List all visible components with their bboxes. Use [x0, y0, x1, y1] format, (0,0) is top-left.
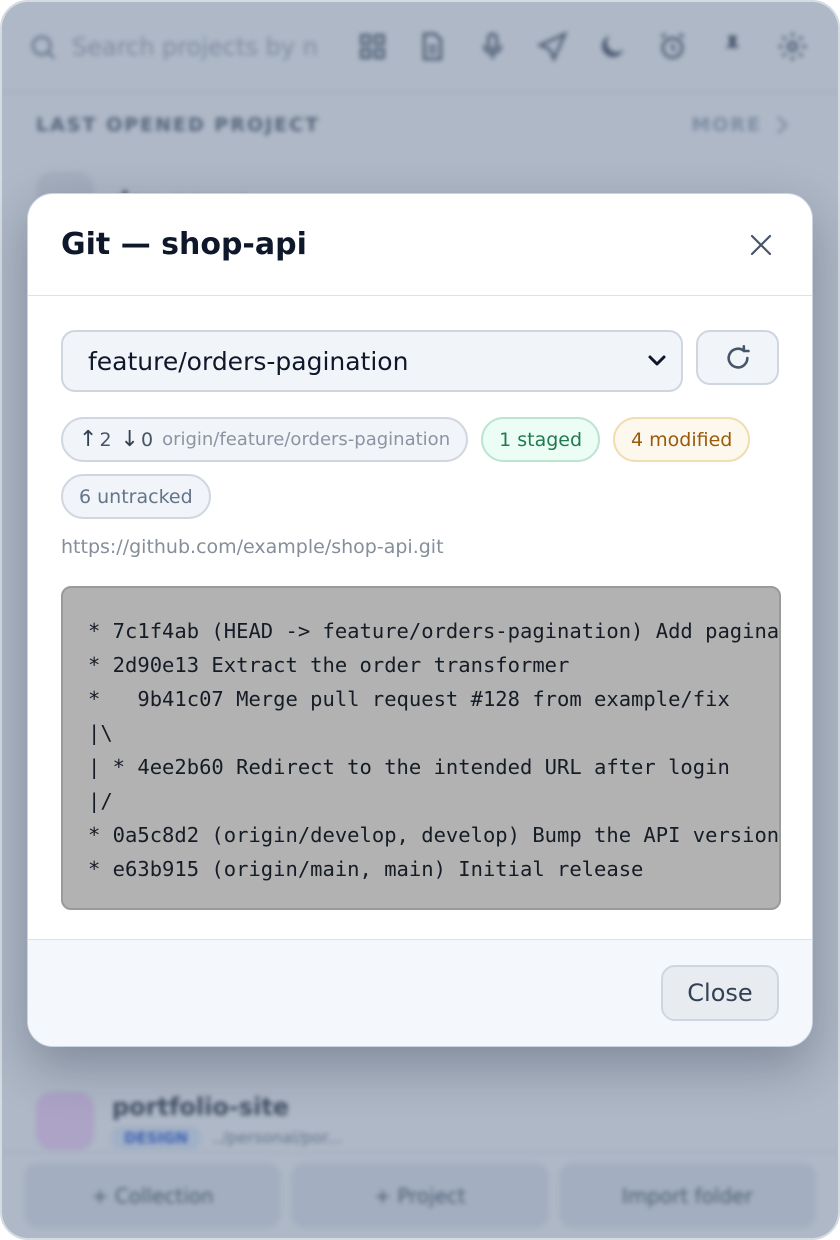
untracked-badge: 6 untracked [61, 474, 211, 519]
git-dialog: Git — shop-api feature/orders-pagination… [27, 193, 813, 1047]
log-line: | * 4ee2b60 Redirect to the intended URL… [88, 755, 730, 779]
log-line: * 7c1f4ab (HEAD -> feature/orders-pagina… [88, 619, 781, 643]
arrow-down-icon: ↓ [120, 427, 139, 452]
dialog-title: Git — shop-api [61, 227, 307, 262]
log-line: |\ [88, 721, 113, 745]
arrow-up-icon: ↑ [79, 427, 98, 452]
remote-url: https://github.com/example/shop-api.git [61, 536, 444, 558]
log-line: * 0a5c8d2 (origin/develop, develop) Bump… [88, 823, 780, 847]
refresh-button[interactable] [696, 330, 779, 385]
dialog-footer: Close [28, 939, 812, 1046]
close-icon[interactable] [744, 228, 778, 262]
tracking-chip: ↑ 2 ↓ 0 origin/feature/orders-pagination [61, 417, 469, 462]
modified-badge: 4 modified [613, 417, 751, 462]
refresh-icon [726, 344, 750, 369]
commit-log[interactable]: * 7c1f4ab (HEAD -> feature/orders-pagina… [61, 586, 781, 910]
dialog-body: feature/orders-pagination ↑ 2 ↓ 0 origin… [28, 296, 812, 910]
branch-row: feature/orders-pagination [61, 330, 779, 392]
log-line: * 9b41c07 Merge pull request #128 from e… [88, 687, 730, 711]
staged-badge: 1 staged [481, 417, 601, 462]
branch-select[interactable]: feature/orders-pagination [61, 330, 684, 392]
dialog-header: Git — shop-api [28, 194, 812, 296]
log-line: * 2d90e13 Extract the order transformer [88, 653, 570, 677]
behind-count: 0 [140, 428, 154, 451]
chevron-down-icon [648, 355, 666, 366]
log-line: * e63b915 (origin/main, main) Initial re… [88, 857, 644, 881]
upstream-branch: origin/feature/orders-pagination [162, 429, 451, 450]
log-line: |/ [88, 789, 113, 813]
branch-select-value: feature/orders-pagination [88, 346, 409, 376]
status-chips: ↑ 2 ↓ 0 origin/feature/orders-pagination… [61, 417, 781, 519]
ahead-count: 2 [99, 428, 112, 451]
close-button[interactable]: Close [661, 965, 779, 1021]
